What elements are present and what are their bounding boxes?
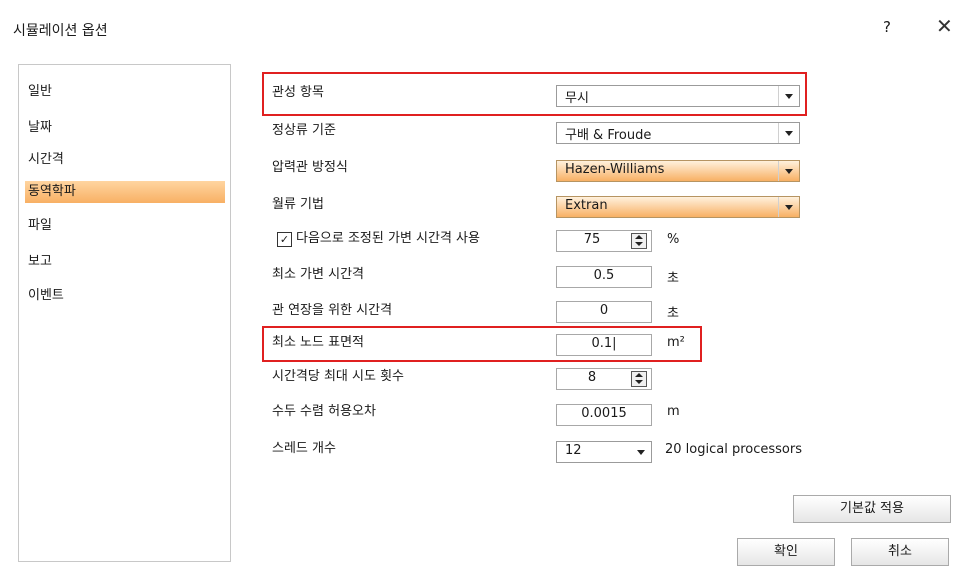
lengthening-unit: 초: [667, 306, 679, 321]
force-main-label: 압력관 방정식: [272, 160, 348, 175]
min-step-label: 최소 가변 시간격: [272, 267, 364, 282]
sidebar-item-dynamic-wave[interactable]: 동역학파: [25, 181, 225, 203]
head-tolerance-input[interactable]: 0.0015: [556, 404, 652, 426]
normal-flow-select[interactable]: 구배 & Froude: [556, 122, 800, 144]
apply-defaults-button[interactable]: 기본값 적용: [793, 495, 951, 523]
variable-step-value: 75: [583, 232, 601, 247]
sidebar-item-dates[interactable]: 날짜: [25, 117, 225, 139]
inertia-value: 무시: [565, 91, 589, 106]
threads-value: 12: [565, 443, 582, 458]
min-surface-label: 최소 노드 표면적: [272, 335, 364, 350]
spin-updown-icon[interactable]: [631, 371, 647, 387]
sidebar-item-files[interactable]: 파일: [25, 215, 225, 237]
close-icon[interactable]: ✕: [936, 14, 953, 38]
force-main-value: Hazen-Williams: [565, 162, 665, 177]
sidebar-item-events[interactable]: 이벤트: [25, 285, 225, 307]
head-tolerance-label: 수두 수렴 허용오차: [272, 404, 376, 419]
processor-count-note: 20 logical processors: [665, 442, 802, 457]
surcharge-label: 월류 기법: [272, 197, 324, 212]
head-tolerance-value: 0.0015: [581, 406, 627, 421]
min-surface-input[interactable]: 0.1|: [556, 334, 652, 356]
dialog-title: 시뮬레이션 옵션: [13, 23, 108, 39]
max-trials-value: 8: [587, 370, 597, 385]
threads-label: 스레드 개수: [272, 441, 336, 456]
min-surface-unit: m²: [667, 335, 685, 350]
max-trials-label: 시간격당 최대 시도 횟수: [272, 369, 404, 384]
options-category-list: 일반 날짜 시간격 동역학파 파일 보고 이벤트: [18, 64, 231, 562]
chevron-down-icon[interactable]: [778, 161, 799, 181]
sidebar-item-time-steps[interactable]: 시간격: [25, 149, 225, 171]
min-surface-value: 0.1|: [591, 336, 617, 351]
chevron-down-icon[interactable]: [778, 197, 799, 217]
max-trials-spinner[interactable]: 8: [556, 368, 652, 390]
cancel-button[interactable]: 취소: [851, 538, 949, 566]
lengthening-value: 0: [599, 303, 609, 318]
min-step-unit: 초: [667, 271, 679, 286]
head-tolerance-unit: m: [667, 404, 680, 419]
chevron-down-icon[interactable]: [631, 442, 651, 462]
lengthening-label: 관 연장을 위한 시간격: [272, 303, 393, 318]
inertia-select[interactable]: 무시: [556, 85, 800, 107]
lengthening-input[interactable]: 0: [556, 301, 652, 323]
force-main-select[interactable]: Hazen-Williams: [556, 160, 800, 182]
min-step-value: 0.5: [593, 268, 615, 283]
variable-step-label: 다음으로 조정된 가변 시간격 사용: [296, 231, 480, 246]
min-step-input[interactable]: 0.5: [556, 266, 652, 288]
chevron-down-icon[interactable]: [778, 123, 799, 143]
variable-step-spinner[interactable]: 75: [556, 230, 652, 252]
normal-flow-label: 정상류 기준: [272, 123, 336, 138]
sidebar-item-reporting[interactable]: 보고: [25, 251, 225, 273]
variable-step-checkbox[interactable]: ✓: [277, 232, 292, 247]
threads-select[interactable]: 12: [556, 441, 652, 463]
spin-updown-icon[interactable]: [631, 233, 647, 249]
inertia-label: 관성 항목: [272, 85, 324, 100]
surcharge-value: Extran: [565, 198, 608, 213]
surcharge-select[interactable]: Extran: [556, 196, 800, 218]
sidebar-item-general[interactable]: 일반: [25, 81, 225, 103]
normal-flow-value: 구배 & Froude: [565, 128, 652, 143]
help-button[interactable]: ?: [883, 18, 891, 36]
variable-step-unit: %: [667, 232, 680, 247]
ok-button[interactable]: 확인: [737, 538, 835, 566]
title-bar: 시뮬레이션 옵션 ? ✕: [0, 0, 976, 62]
chevron-down-icon[interactable]: [778, 86, 799, 106]
